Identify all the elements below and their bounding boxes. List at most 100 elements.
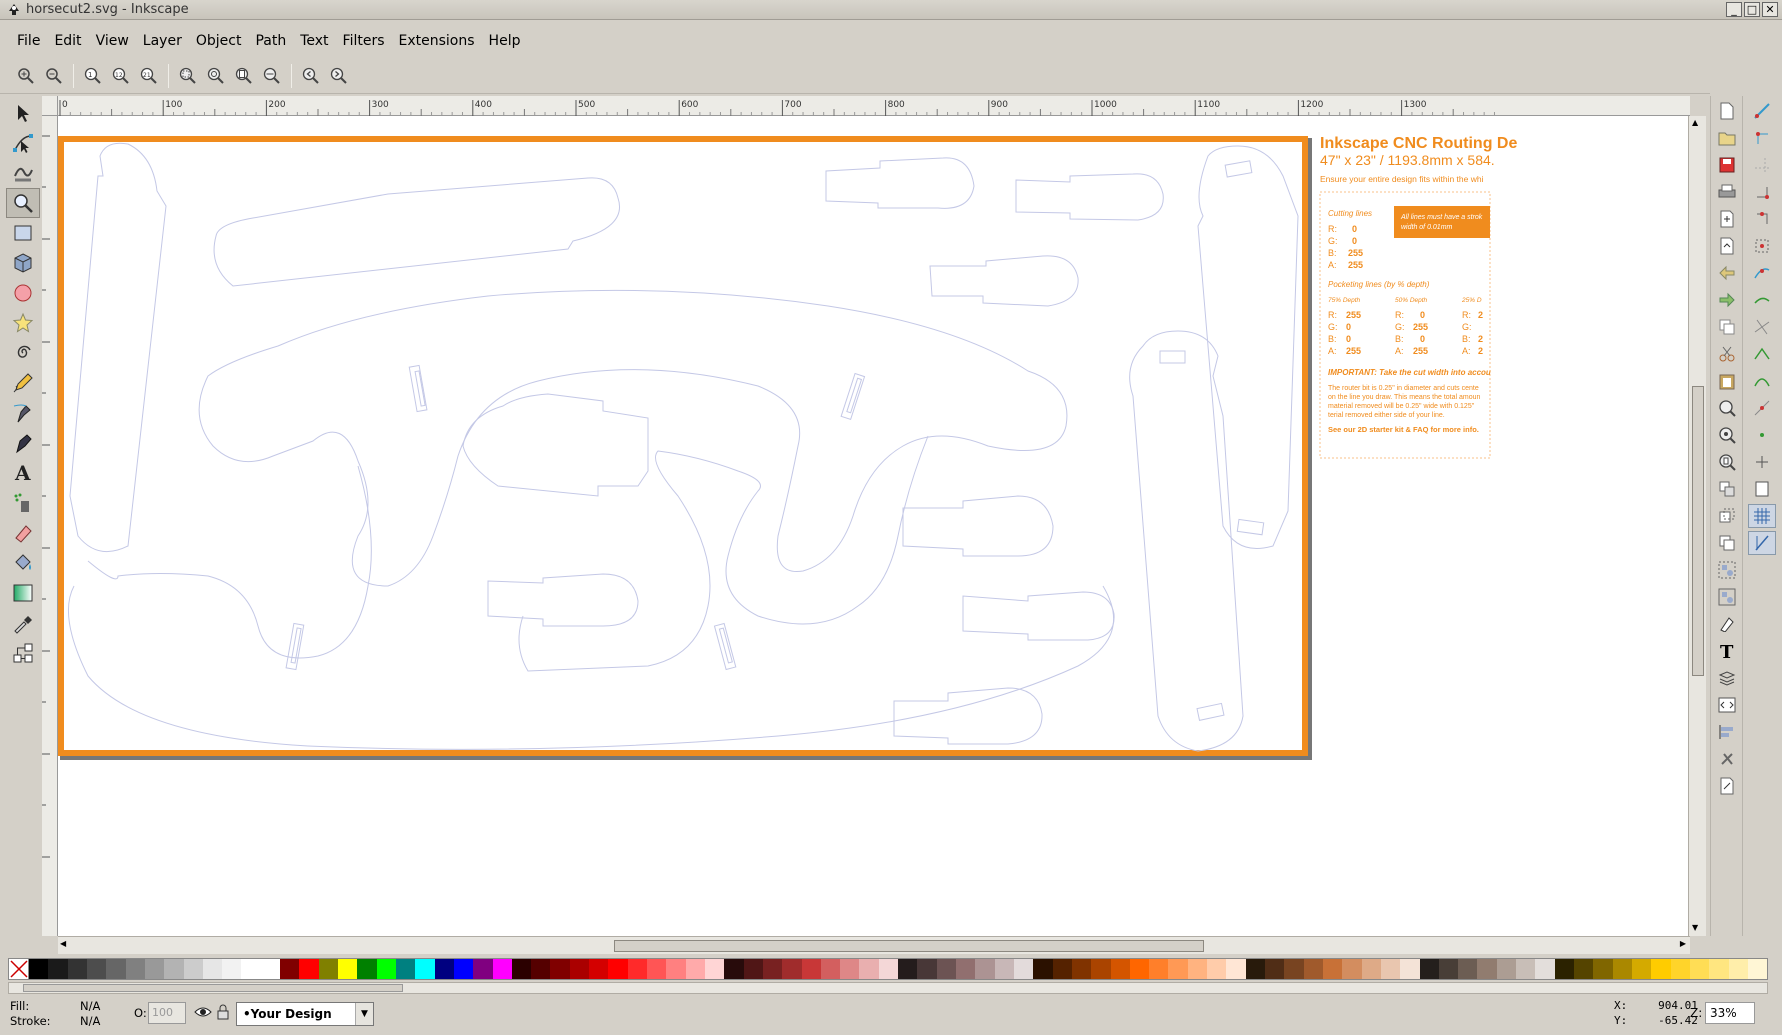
color-swatch[interactable] xyxy=(1612,959,1632,979)
zoom-input[interactable]: 33% xyxy=(1705,1002,1755,1024)
3d-box-tool-icon[interactable] xyxy=(6,248,40,278)
spray-tool-icon[interactable] xyxy=(6,488,40,518)
color-swatch[interactable] xyxy=(589,959,609,979)
calligraphy-tool-icon[interactable] xyxy=(6,428,40,458)
palette-scrollbar[interactable] xyxy=(8,982,1768,994)
snap-enable-icon[interactable] xyxy=(1748,99,1776,123)
color-swatch[interactable] xyxy=(1129,959,1150,979)
tweak-tool-icon[interactable] xyxy=(6,158,40,188)
unlink-clone-icon[interactable] xyxy=(1713,531,1741,555)
color-swatch[interactable] xyxy=(685,959,705,979)
color-swatch[interactable] xyxy=(898,959,918,979)
redo-icon[interactable] xyxy=(1713,288,1741,312)
snap-bbox-icon[interactable] xyxy=(1748,126,1776,150)
copy-icon[interactable] xyxy=(1713,315,1741,339)
scroll-right-icon[interactable]: ▶ xyxy=(1680,939,1686,948)
snap-paths-icon[interactable] xyxy=(1748,288,1776,312)
color-swatch[interactable] xyxy=(1438,959,1459,979)
snap-smooth-icon[interactable] xyxy=(1748,369,1776,393)
print-icon[interactable] xyxy=(1713,180,1741,204)
zoom-2-1-icon[interactable]: 21 xyxy=(135,62,163,90)
group-icon[interactable] xyxy=(1713,558,1741,582)
snap-nodes-icon[interactable] xyxy=(1748,261,1776,285)
paste-icon[interactable] xyxy=(1713,369,1741,393)
color-swatch[interactable] xyxy=(202,959,223,979)
clone-icon[interactable] xyxy=(1713,504,1741,528)
pen-tool-icon[interactable] xyxy=(6,398,40,428)
horizontal-scrollbar[interactable]: ◀ ▶ xyxy=(58,936,1690,954)
color-swatch[interactable] xyxy=(608,959,628,979)
rectangle-tool-icon[interactable] xyxy=(6,218,40,248)
color-swatch[interactable] xyxy=(704,959,725,979)
color-swatch[interactable] xyxy=(260,959,281,979)
color-swatch[interactable] xyxy=(1207,959,1227,979)
color-swatch[interactable] xyxy=(531,959,551,979)
color-swatch[interactable] xyxy=(164,959,184,979)
color-swatch[interactable] xyxy=(1322,959,1343,979)
pencil-tool-icon[interactable] xyxy=(6,368,40,398)
connector-tool-icon[interactable] xyxy=(6,638,40,668)
spiral-tool-icon[interactable] xyxy=(6,338,40,368)
color-swatch[interactable] xyxy=(724,959,744,979)
text-tool-icon[interactable]: A xyxy=(6,458,40,488)
color-swatch[interactable] xyxy=(1535,959,1555,979)
cut-icon[interactable] xyxy=(1713,342,1741,366)
color-swatch[interactable] xyxy=(1013,959,1034,979)
color-swatch[interactable] xyxy=(1689,959,1710,979)
color-swatch[interactable] xyxy=(1728,959,1748,979)
zoom-out-icon[interactable] xyxy=(40,62,68,90)
color-swatch[interactable] xyxy=(492,959,512,979)
save-icon[interactable] xyxy=(1713,153,1741,177)
gradient-tool-icon[interactable] xyxy=(6,578,40,608)
color-swatch[interactable] xyxy=(936,959,956,979)
color-swatch[interactable] xyxy=(647,959,667,979)
color-swatch[interactable] xyxy=(956,959,976,979)
color-swatch[interactable] xyxy=(1265,959,1285,979)
color-swatch[interactable] xyxy=(473,959,493,979)
color-swatch[interactable] xyxy=(299,959,319,979)
snap-midpoint-icon[interactable] xyxy=(1748,396,1776,420)
snap-bbox-center-icon[interactable] xyxy=(1748,234,1776,258)
horizontal-ruler[interactable]: 0 100 200 300 400 500 600 700 800 900 1000 1100 1200… xyxy=(58,96,1690,116)
color-swatch[interactable] xyxy=(1380,959,1401,979)
no-paint-swatch[interactable] xyxy=(9,959,29,979)
color-swatch[interactable] xyxy=(1651,959,1671,979)
ungroup-icon[interactable] xyxy=(1713,585,1741,609)
lock-icon[interactable] xyxy=(216,1004,230,1023)
color-swatch[interactable] xyxy=(1361,959,1381,979)
color-swatch[interactable] xyxy=(1110,959,1130,979)
import-icon[interactable] xyxy=(1713,207,1741,231)
color-swatch[interactable] xyxy=(1071,959,1092,979)
snap-bbox-edge-icon[interactable] xyxy=(1748,153,1776,177)
color-swatch[interactable] xyxy=(29,959,49,979)
snap-bbox-midpoint-icon[interactable] xyxy=(1748,207,1776,231)
fill-stroke-icon[interactable] xyxy=(1713,612,1741,636)
zoom-next-icon[interactable] xyxy=(325,62,353,90)
vertical-ruler[interactable] xyxy=(42,116,58,936)
zoom-1-2-icon[interactable]: 12 xyxy=(107,62,135,90)
zoom-drawing-icon[interactable] xyxy=(202,62,230,90)
paint-bucket-tool-icon[interactable] xyxy=(6,548,40,578)
color-swatch[interactable] xyxy=(1574,959,1594,979)
text-font-icon[interactable]: T xyxy=(1713,639,1741,663)
color-swatch[interactable] xyxy=(338,959,358,979)
menu-layer[interactable]: Layer xyxy=(136,28,189,54)
snap-intersection-icon[interactable] xyxy=(1748,315,1776,339)
color-swatch[interactable] xyxy=(1091,959,1111,979)
color-swatch[interactable] xyxy=(569,959,590,979)
vertical-scroll-thumb[interactable] xyxy=(1692,386,1704,676)
color-swatch[interactable] xyxy=(994,959,1014,979)
xml-editor-icon[interactable] xyxy=(1713,693,1741,717)
color-swatch[interactable] xyxy=(511,959,532,979)
dropper-tool-icon[interactable] xyxy=(6,608,40,638)
color-swatch[interactable] xyxy=(762,959,783,979)
undo-icon[interactable] xyxy=(1713,261,1741,285)
zoom-drawing-icon-2[interactable] xyxy=(1713,423,1741,447)
color-swatch[interactable] xyxy=(144,959,165,979)
zoom-selection-icon-2[interactable] xyxy=(1713,396,1741,420)
color-swatch[interactable] xyxy=(395,959,416,979)
color-swatch[interactable] xyxy=(357,959,377,979)
color-swatch[interactable] xyxy=(1670,959,1690,979)
color-swatch[interactable] xyxy=(183,959,203,979)
menu-filters[interactable]: Filters xyxy=(336,28,392,54)
